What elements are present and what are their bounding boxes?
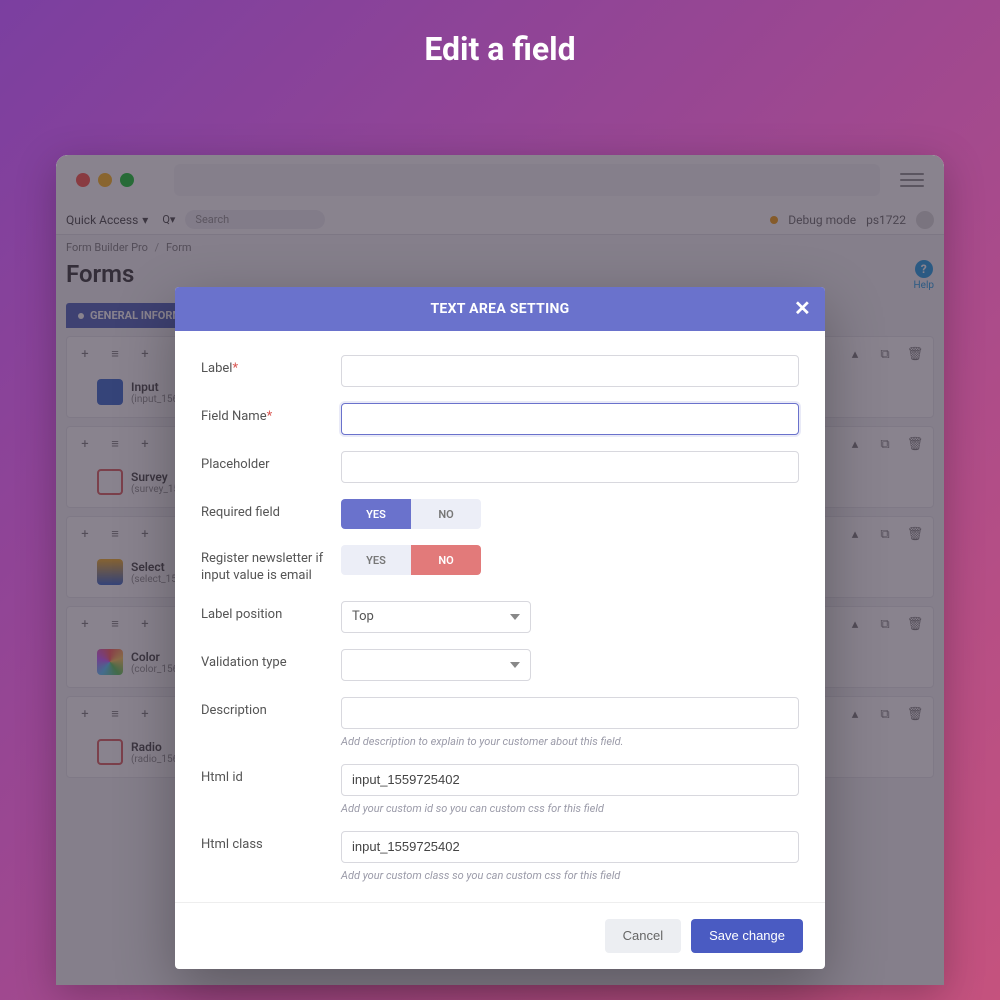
html-id-hint: Add your custom id so you can custom css… (341, 802, 799, 815)
html-class-input[interactable] (341, 831, 799, 863)
newsletter-yes[interactable]: YES (341, 545, 411, 575)
html-class-label: Html class (201, 831, 341, 852)
save-button[interactable]: Save change (691, 919, 803, 953)
description-label: Description (201, 697, 341, 718)
label-input[interactable] (341, 355, 799, 387)
description-hint: Add description to explain to your custo… (341, 735, 799, 748)
cancel-button[interactable]: Cancel (605, 919, 681, 953)
chevron-down-icon (510, 662, 520, 668)
chevron-down-icon (510, 614, 520, 620)
close-icon[interactable]: ✕ (794, 298, 811, 318)
label-position-label: Label position (201, 601, 341, 622)
validation-select[interactable] (341, 649, 531, 681)
newsletter-toggle[interactable]: YES NO (341, 545, 481, 575)
modal-title: TEXT AREA SETTING (430, 301, 569, 317)
required-no[interactable]: NO (411, 499, 481, 529)
newsletter-label: Register newsletter if input value is em… (201, 545, 341, 585)
field-name-label: Field Name (201, 409, 267, 424)
placeholder-label: Placeholder (201, 451, 341, 472)
label-label: Label (201, 361, 232, 376)
label-position-select[interactable]: Top (341, 601, 531, 633)
required-label: Required field (201, 499, 341, 520)
page-title: Edit a field (0, 0, 1000, 93)
placeholder-input[interactable] (341, 451, 799, 483)
required-yes[interactable]: YES (341, 499, 411, 529)
description-input[interactable] (341, 697, 799, 729)
text-area-setting-modal: TEXT AREA SETTING ✕ Label* Field Name* P… (175, 287, 825, 969)
html-id-label: Html id (201, 764, 341, 785)
newsletter-no[interactable]: NO (411, 545, 481, 575)
field-name-input[interactable] (341, 403, 799, 435)
html-class-hint: Add your custom class so you can custom … (341, 869, 799, 882)
html-id-input[interactable] (341, 764, 799, 796)
validation-label: Validation type (201, 649, 341, 670)
modal-header: TEXT AREA SETTING ✕ (175, 287, 825, 331)
required-toggle[interactable]: YES NO (341, 499, 481, 529)
